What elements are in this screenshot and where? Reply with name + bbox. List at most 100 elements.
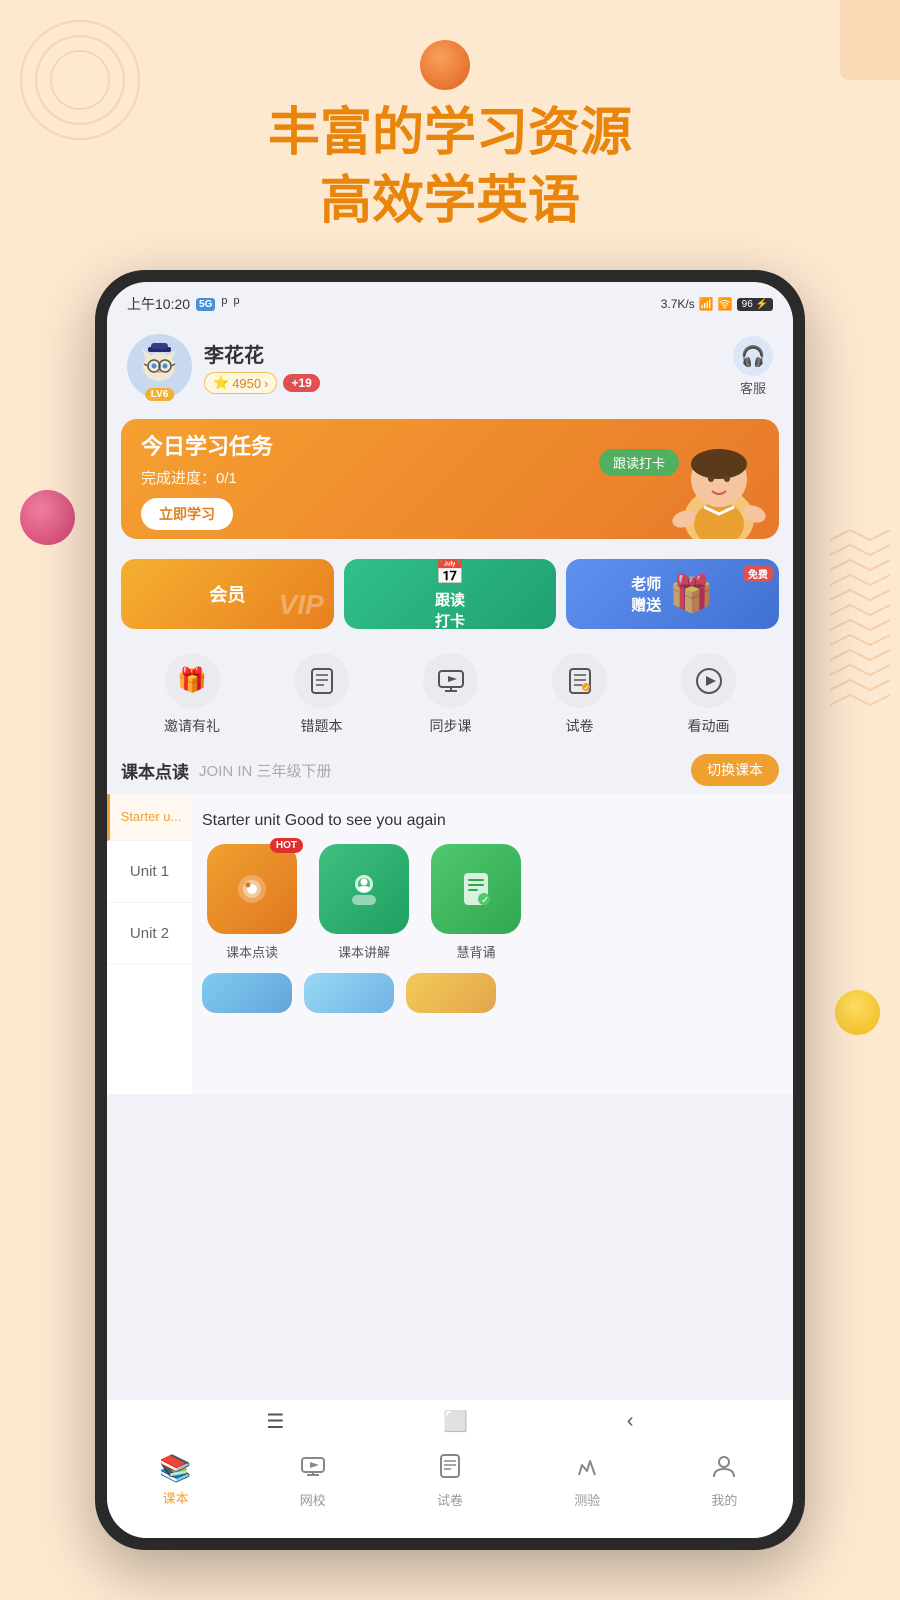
- wrong-book-icon: [294, 653, 349, 708]
- icon-item-sync-class[interactable]: 同步课: [423, 653, 478, 736]
- card-textbook-reading[interactable]: HOT 课本点读: [202, 844, 302, 961]
- content-cards: HOT 课本点读 课本讲解: [202, 844, 783, 961]
- icon-item-exam[interactable]: ✓ 试卷: [552, 653, 607, 736]
- nav-school-icon: [300, 1453, 326, 1486]
- textbook-title-row: 课本点读 JOIN IN 三年级下册: [121, 758, 332, 783]
- task-progress: 完成进度：0/1: [141, 467, 273, 488]
- textbook-name: JOIN IN 三年级下册: [199, 760, 332, 781]
- bg-zigzag-pattern: [830, 530, 900, 710]
- icon-item-invite[interactable]: 🎁 邀请有礼: [164, 653, 220, 736]
- status-time: 上午10:20: [127, 294, 190, 314]
- wrong-book-label: 错题本: [301, 716, 343, 736]
- gesture-bar: ☰ ⬜ ‹: [107, 1399, 793, 1443]
- star-arrow: ›: [264, 376, 268, 391]
- nav-mine[interactable]: 我的: [656, 1453, 793, 1509]
- card-icon-recite: ✓: [431, 844, 521, 934]
- gift-icon: 🎁: [669, 573, 714, 615]
- nav-exam[interactable]: 试卷: [381, 1453, 518, 1509]
- status-right: 3.7K/s 📶 🛜 96 ⚡: [661, 297, 773, 311]
- task-banner[interactable]: 今日学习任务 完成进度：0/1 立即学习 跟读打卡: [121, 419, 779, 539]
- exam-label: 试卷: [566, 716, 594, 736]
- bg-orange-ball: [420, 40, 470, 90]
- checkin-button[interactable]: 📅 跟读 打卡: [344, 559, 557, 629]
- sidebar: Starter u... Unit 1 Unit 2: [107, 794, 192, 1094]
- battery-icon: 96 ⚡: [737, 298, 773, 311]
- checkin-text: 跟读 打卡: [435, 589, 465, 630]
- nav-textbook[interactable]: 📚 课本: [107, 1453, 244, 1507]
- phone-screen: 上午10:20 5G ᵖ ᵖ 3.7K/s 📶 🛜 96 ⚡: [107, 282, 793, 1538]
- card-reading-label: 课本点读: [226, 942, 278, 961]
- animation-label: 看动画: [688, 716, 730, 736]
- vip-label: 会员: [209, 581, 245, 607]
- sidebar-unit1-label: Unit 1: [130, 863, 169, 880]
- partial-card-1: [202, 973, 292, 1013]
- bg-decoration-rect: [840, 0, 900, 80]
- content-area: Starter u... Unit 1 Unit 2 Starter unit …: [107, 794, 793, 1094]
- nav-online-school[interactable]: 网校: [244, 1453, 381, 1509]
- phone-wrapper: 上午10:20 5G ᵖ ᵖ 3.7K/s 📶 🛜 96 ⚡: [95, 270, 805, 1550]
- star-count[interactable]: ⭐ 4950 ›: [204, 372, 277, 394]
- nav-mine-icon: [711, 1453, 737, 1486]
- bottom-nav: 📚 课本 网校 试卷 测验: [107, 1443, 793, 1538]
- partial-card-3: [406, 973, 496, 1013]
- star-icon: ⭐: [213, 375, 229, 391]
- bg-yellow-ball: [835, 990, 880, 1035]
- nav-test[interactable]: 测验: [519, 1453, 656, 1509]
- vip-badge-text: VIP: [279, 589, 324, 621]
- signal-icon: 📶: [699, 297, 714, 311]
- card-smart-recite[interactable]: ✓ 慧背诵: [426, 844, 526, 961]
- cs-icon: 🎧: [733, 336, 773, 376]
- nav-textbook-label: 课本: [163, 1488, 189, 1507]
- nav-textbook-icon: 📚: [159, 1453, 191, 1484]
- card-icon-reading: HOT: [207, 844, 297, 934]
- teacher-illustration: [619, 419, 779, 539]
- avatar-container: LV6: [127, 334, 192, 399]
- sidebar-item-unit2[interactable]: Unit 2: [107, 903, 192, 965]
- card-explain-label: 课本讲解: [338, 942, 390, 961]
- home-gesture-icon[interactable]: ⬜: [443, 1409, 468, 1434]
- hero-line1: 丰富的学习资源: [0, 100, 900, 168]
- customer-service[interactable]: 🎧 客服: [733, 336, 773, 397]
- menu-gesture-icon[interactable]: ☰: [266, 1409, 284, 1434]
- icon-grid: 🎁 邀请有礼 错题本 同步课 ✓ 试卷: [107, 637, 793, 744]
- checkin-badge: 跟读打卡: [599, 449, 679, 476]
- back-gesture-icon[interactable]: ‹: [627, 1410, 634, 1433]
- card-textbook-explain[interactable]: 课本讲解: [314, 844, 414, 961]
- task-left: 今日学习任务 完成进度：0/1 立即学习: [141, 429, 273, 530]
- bg-pink-ball: [20, 490, 75, 545]
- bonus-badge: +19: [283, 374, 319, 392]
- checkin-calendar-icon: 📅: [435, 559, 465, 587]
- cs-label: 客服: [740, 378, 766, 397]
- sidebar-item-starter[interactable]: Starter u...: [107, 794, 192, 841]
- user-name-area: 李花花 ⭐ 4950 › +19: [204, 339, 320, 394]
- teacher-gift-button[interactable]: 免费 老师 赠送 🎁: [566, 559, 779, 629]
- user-name: 李花花: [204, 339, 320, 368]
- status-speed: 3.7K/s: [661, 297, 695, 311]
- invite-label: 邀请有礼: [164, 716, 220, 736]
- status-icon-p1: ᵖ: [221, 295, 227, 313]
- partial-cards-row: [202, 973, 783, 1013]
- svg-text:✓: ✓: [481, 895, 489, 906]
- free-badge: 免费: [743, 565, 773, 582]
- nav-test-icon: [574, 1453, 600, 1486]
- teacher-gift-content: 老师 赠送 🎁: [631, 573, 714, 615]
- level-badge: LV6: [145, 388, 175, 401]
- card-recite-label: 慧背诵: [456, 942, 495, 961]
- start-learning-button[interactable]: 立即学习: [141, 498, 233, 530]
- nav-exam-icon: [437, 1453, 463, 1486]
- nav-test-label: 测验: [574, 1490, 600, 1509]
- vip-button[interactable]: 会员 VIP: [121, 559, 334, 629]
- switch-textbook-button[interactable]: 切换课本: [691, 754, 779, 786]
- status-5g: 5G: [196, 298, 215, 311]
- svg-text:✓: ✓: [583, 685, 589, 692]
- icon-item-wrong-book[interactable]: 错题本: [294, 653, 349, 736]
- wifi-icon: 🛜: [718, 297, 733, 311]
- hero-line2: 高效学英语: [0, 168, 900, 236]
- sidebar-item-unit1[interactable]: Unit 1: [107, 841, 192, 903]
- user-stars: ⭐ 4950 › +19: [204, 372, 320, 394]
- user-info: LV6 李花花 ⭐ 4950 › +19: [127, 334, 320, 399]
- task-title: 今日学习任务: [141, 429, 273, 461]
- status-icon-p2: ᵖ: [233, 295, 239, 313]
- icon-item-animation[interactable]: 看动画: [681, 653, 736, 736]
- hero-section: 丰富的学习资源 高效学英语: [0, 100, 900, 235]
